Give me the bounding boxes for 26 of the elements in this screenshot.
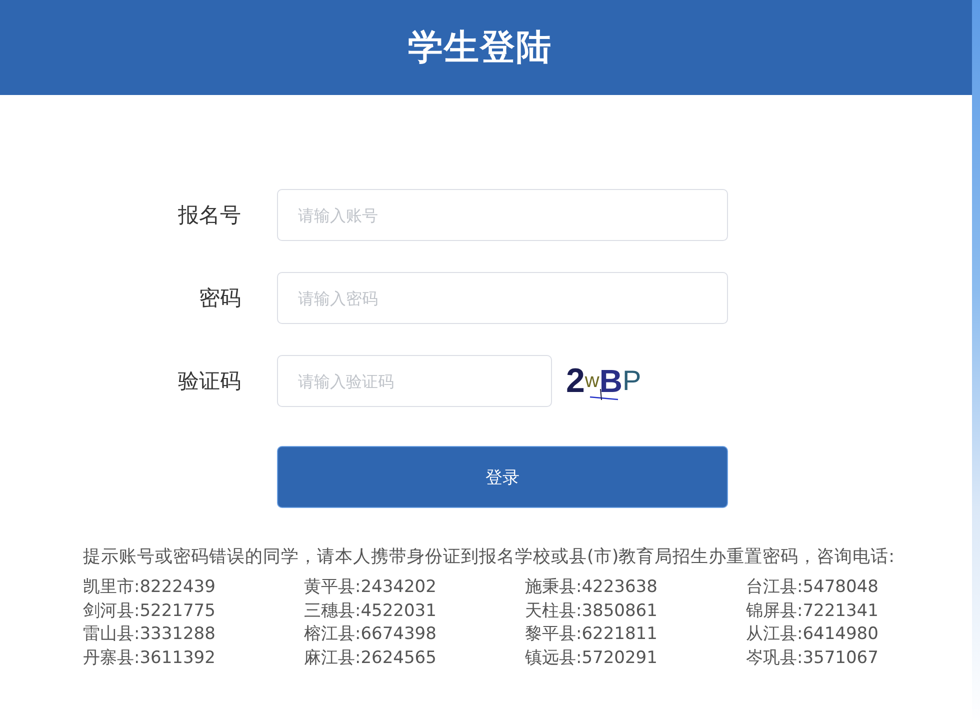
captcha-image[interactable]: 2wBP [566,361,662,401]
contact-phone: 雷山县:3331288 [83,623,216,646]
contact-phone: 黎平县:6221811 [525,623,658,646]
contact-phone: 丹寨县:3611392 [83,646,216,669]
input-field[interactable]: 请输入账号 [277,189,728,241]
contact-phone: 天柱县:3850861 [525,600,658,622]
password-field[interactable]: 请输入密码 [277,272,728,324]
notice-text: 提示账号或密码错误的同学，请本人携带身份证到报名学校或县(市)教育局招生办重置密码，咨询电话: [83,546,896,568]
contact-phone: 镇远县:5720291 [525,646,658,669]
page-title: 学生登陆 [408,27,552,70]
captcha-field[interactable]: 请输入验证码 [277,355,552,407]
contact-phone: 岑巩县:3571067 [746,646,880,669]
contact-phone: 剑河县:5221775 [83,600,216,622]
field-label: 验证码 [177,368,241,395]
contact-phone: 施秉县:4223638 [525,576,658,598]
field-label: 密码 [198,285,241,312]
contact-phone: 麻江县:2624565 [304,646,438,669]
contact-phone: 榕江县:6674398 [304,623,438,646]
contact-phone: 三穗县:4522031 [304,600,438,622]
contact-phone: 台江县:5478048 [746,576,880,598]
login-button[interactable]: 登录 [277,446,728,508]
contact-phone: 锦屏县:7221341 [746,600,880,622]
contact-phone: 黄平县:2434202 [304,576,438,598]
field-label: 报名号 [177,202,241,229]
contact-phone: 从江县:6414980 [746,623,880,646]
contact-phone: 凯里市:8222439 [83,576,216,598]
